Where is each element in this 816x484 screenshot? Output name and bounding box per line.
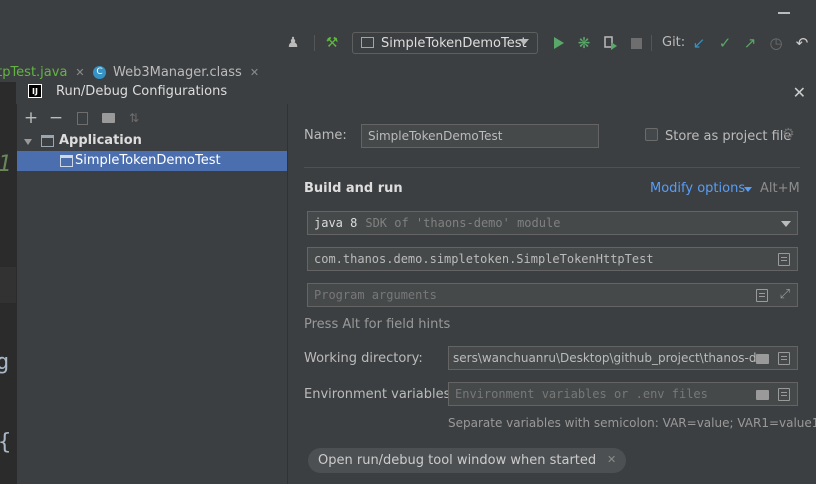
divider	[304, 167, 800, 168]
close-icon[interactable]: ✕	[793, 83, 806, 102]
tab-label: ttpTest.java	[0, 64, 68, 80]
user-icon[interactable]: ♟	[284, 34, 302, 52]
editor-line-highlight	[0, 267, 16, 303]
name-label: Name:	[304, 128, 347, 143]
editor-background: 1 g {	[0, 82, 16, 484]
expand-icon[interactable]: ⤢	[780, 287, 790, 302]
chevron-down-icon	[519, 39, 529, 45]
coverage-icon[interactable]	[601, 34, 619, 52]
config-form: Name: SimpleTokenDemoTest Store as proje…	[288, 104, 816, 484]
store-checkbox[interactable]	[645, 128, 658, 141]
class-icon: C	[93, 65, 106, 79]
editor-fragment: 1	[0, 152, 11, 177]
close-icon[interactable]: ✕	[75, 66, 84, 79]
editor-fragment: {	[0, 430, 11, 455]
dialog-title: Run/Debug Configurations	[56, 84, 228, 99]
store-label: Store as project file	[665, 129, 792, 144]
application-icon	[60, 155, 73, 167]
run-icon[interactable]	[550, 34, 568, 52]
history-icon[interactable]: ◷	[767, 34, 785, 52]
run-config-selector[interactable]: SimpleTokenDemoTest	[352, 32, 538, 54]
sdk-select[interactable]: java 8 SDK of 'thaons-demo' module	[307, 211, 798, 235]
git-push-icon[interactable]: ↗	[741, 34, 759, 52]
working-dir-label: Working directory:	[304, 351, 423, 366]
chip-label: Open run/debug tool window when started	[318, 453, 597, 468]
separator	[651, 35, 652, 51]
build-run-heading: Build and run	[304, 181, 403, 196]
main-class-input[interactable]: com.thanos.demo.simpletoken.SimpleTokenH…	[307, 247, 798, 271]
folder-icon[interactable]	[756, 354, 769, 364]
run-config-label: SimpleTokenDemoTest	[381, 35, 527, 51]
remove-icon[interactable]: −	[48, 108, 64, 128]
env-input[interactable]: Environment variables or .env files	[448, 382, 798, 406]
browse-icon[interactable]	[778, 253, 790, 266]
intellij-logo-icon: IJ	[28, 84, 42, 98]
window-minimize-icon[interactable]	[778, 12, 790, 14]
tree-item-label: SimpleTokenDemoTest	[75, 153, 221, 168]
git-label: Git:	[662, 35, 686, 50]
application-icon	[41, 135, 54, 147]
chevron-down-icon[interactable]	[24, 139, 32, 145]
tab-web3manager[interactable]: C Web3Manager.class ✕	[93, 63, 259, 81]
modify-shortcut: Alt+M	[760, 181, 800, 196]
field-hint: Press Alt for field hints	[304, 317, 451, 332]
dialog-titlebar: IJ Run/Debug Configurations ✕	[16, 82, 816, 104]
copy-icon[interactable]	[74, 110, 90, 126]
tree-item-simpletokendemotest[interactable]: SimpleTokenDemoTest	[17, 151, 287, 171]
folder-icon[interactable]	[756, 390, 769, 400]
tab-http-test[interactable]: ttpTest.java ✕	[0, 63, 85, 81]
chevron-down-icon	[781, 221, 791, 227]
main-toolbar: ♟ ⚒ SimpleTokenDemoTest ❋ Git: ↙ ✓ ↗ ◷ ↶	[0, 0, 816, 60]
separator	[314, 35, 315, 51]
build-hammer-icon[interactable]: ⚒	[323, 34, 341, 52]
gear-icon[interactable]: ⚙	[782, 126, 795, 142]
editor-fragment: g	[0, 350, 10, 375]
name-input[interactable]: SimpleTokenDemoTest	[361, 124, 599, 148]
git-commit-icon[interactable]: ✓	[716, 34, 734, 52]
open-tool-window-chip[interactable]: Open run/debug tool window when started …	[308, 448, 627, 473]
browse-icon[interactable]	[756, 289, 768, 302]
new-folder-icon[interactable]	[100, 110, 116, 126]
close-icon[interactable]: ✕	[250, 66, 259, 79]
add-icon[interactable]: +	[23, 108, 39, 128]
env-label: Environment variables:	[304, 387, 455, 402]
stop-icon[interactable]	[627, 34, 645, 52]
rollback-icon[interactable]: ↶	[793, 34, 811, 52]
config-tree-panel: + − ⇅ Application SimpleTokenDemoTest	[17, 104, 288, 484]
sort-icon[interactable]: ⇅	[126, 110, 142, 126]
editor-tabs: ttpTest.java ✕ C Web3Manager.class ✕	[0, 60, 816, 83]
env-hint: Separate variables with semicolon: VAR=v…	[448, 416, 816, 430]
browse-icon[interactable]	[778, 388, 790, 401]
tab-label: Web3Manager.class	[113, 64, 242, 80]
tree-group-label: Application	[59, 133, 142, 148]
working-dir-input[interactable]: sers\wanchuanru\Desktop\github_project\t…	[448, 346, 798, 370]
tree-group-application[interactable]: Application	[17, 132, 287, 152]
browse-icon[interactable]	[778, 352, 790, 365]
debug-icon[interactable]: ❋	[575, 34, 593, 52]
program-args-input[interactable]: Program arguments ⤢	[307, 283, 798, 307]
git-update-icon[interactable]: ↙	[690, 34, 708, 52]
modify-options-link[interactable]: Modify options	[650, 181, 745, 196]
close-icon[interactable]: ✕	[607, 453, 616, 466]
config-icon	[361, 37, 374, 48]
chevron-down-icon	[744, 187, 752, 192]
